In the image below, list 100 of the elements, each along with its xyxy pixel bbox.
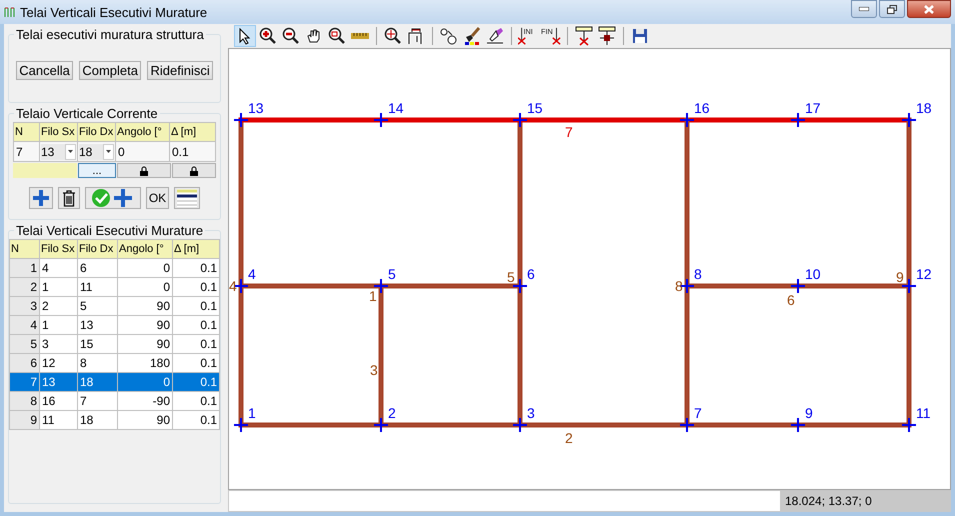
table-row[interactable]: 5 3 15 90 0.1 bbox=[10, 334, 220, 354]
add-button[interactable] bbox=[28, 187, 53, 209]
magnifier-icon bbox=[384, 27, 402, 45]
table-cell: 18 bbox=[78, 410, 118, 430]
delete-button[interactable] bbox=[58, 187, 80, 209]
table-cell: 90 bbox=[118, 316, 172, 334]
table-cell: 180 bbox=[118, 354, 172, 372]
toolbar-button[interactable] bbox=[596, 25, 618, 47]
zoom-in-icon bbox=[259, 27, 277, 45]
dropdown-arrow-icon bbox=[68, 150, 73, 153]
group-title: Telai Verticali Esecutivi Murature bbox=[14, 223, 206, 238]
node-marker bbox=[901, 112, 917, 128]
filo-dx-dropdown[interactable]: 18 bbox=[79, 144, 114, 160]
frame-label: 5 bbox=[507, 269, 515, 285]
padlock-icon bbox=[190, 166, 198, 176]
toolbar-button[interactable] bbox=[573, 25, 595, 47]
table-cell: 90 bbox=[118, 334, 172, 354]
minimize-icon bbox=[859, 7, 869, 11]
trash-icon bbox=[62, 189, 76, 207]
save-icon bbox=[632, 28, 648, 44]
table-cell: 1 bbox=[10, 258, 40, 278]
table-cell: 0.1 bbox=[172, 316, 220, 334]
filo-sx-dropdown[interactable]: 13 bbox=[41, 144, 76, 160]
close-icon bbox=[924, 4, 934, 14]
node-label: 18 bbox=[916, 100, 932, 116]
table-cell: 13 bbox=[78, 316, 118, 334]
hand-icon bbox=[306, 28, 322, 44]
node-label: 14 bbox=[388, 100, 404, 116]
n-field[interactable]: 7 bbox=[14, 142, 40, 162]
table-row[interactable]: 2 1 11 0 0.1 bbox=[10, 278, 220, 296]
lock-button[interactable] bbox=[117, 163, 171, 178]
table-row[interactable]: 4 1 13 90 0.1 bbox=[10, 316, 220, 334]
table-cell: 3 bbox=[10, 296, 40, 316]
node-label: 12 bbox=[916, 266, 932, 282]
table-row[interactable]: 1 4 6 0 0.1 bbox=[10, 258, 220, 278]
node-label: 11 bbox=[916, 405, 931, 421]
table-cell: 90 bbox=[118, 296, 172, 316]
ok-button[interactable]: OK bbox=[146, 187, 170, 209]
minimize-button[interactable] bbox=[851, 0, 877, 18]
table-row[interactable]: 6 12 8 180 0.1 bbox=[10, 354, 220, 372]
table-cell: 13 bbox=[40, 372, 78, 392]
table-cell: 11 bbox=[40, 410, 78, 430]
node-marker bbox=[373, 417, 389, 433]
table-cell: 7 bbox=[10, 372, 40, 392]
toolbar-button[interactable] bbox=[234, 25, 256, 47]
table-cell: 0.1 bbox=[172, 334, 220, 354]
node-label: 13 bbox=[248, 100, 264, 116]
table-cell: 16 bbox=[40, 392, 78, 410]
lock-button[interactable] bbox=[172, 163, 216, 178]
table-cell: 9 bbox=[10, 410, 40, 430]
table-cell: 15 bbox=[78, 334, 118, 354]
table-row[interactable]: 7 13 18 0 0.1 bbox=[10, 372, 220, 392]
column-header: N bbox=[14, 122, 40, 142]
column-header: Angolo [° bbox=[116, 122, 170, 142]
node-marker bbox=[512, 417, 528, 433]
node-marker bbox=[790, 417, 806, 433]
table-cell: 0 bbox=[118, 258, 172, 278]
blank-cell bbox=[13, 163, 77, 178]
table-cell: 18 bbox=[78, 372, 118, 392]
table-cell: 2 bbox=[40, 296, 78, 316]
table-cell: 11 bbox=[78, 278, 118, 296]
table-row[interactable]: 8 16 7 -90 0.1 bbox=[10, 392, 220, 410]
node-label: 6 bbox=[527, 266, 535, 282]
node-marker bbox=[233, 112, 249, 128]
node-marker bbox=[790, 112, 806, 128]
toolbar-button[interactable]: FIN bbox=[540, 25, 562, 47]
action-button[interactable]: Ridefinisci bbox=[147, 61, 213, 80]
table-cell: 12 bbox=[40, 354, 78, 372]
delta-field[interactable]: 0.1 bbox=[170, 142, 216, 162]
table-cell: 1 bbox=[40, 316, 78, 334]
coordinates-readout: 18.024; 13.37; 0 bbox=[781, 490, 951, 512]
action-button[interactable]: Completa bbox=[79, 61, 141, 80]
table-cell: 2 bbox=[10, 278, 40, 296]
column-header: Angolo [° bbox=[118, 240, 172, 258]
node-label: 16 bbox=[694, 100, 710, 116]
confirm-add-button[interactable] bbox=[84, 187, 141, 209]
padlock-icon bbox=[140, 166, 148, 176]
frame-label: 9 bbox=[896, 269, 904, 285]
table-row[interactable]: 9 11 18 90 0.1 bbox=[10, 410, 220, 430]
table-cell: -90 bbox=[118, 392, 172, 410]
restore-button[interactable] bbox=[879, 0, 905, 18]
toolbar-button[interactable]: INI bbox=[517, 25, 539, 47]
browse-button[interactable]: ... bbox=[78, 163, 116, 178]
column-header: Δ [m] bbox=[170, 122, 216, 142]
node-label: 4 bbox=[248, 266, 256, 282]
table-cell: 5 bbox=[10, 334, 40, 354]
action-button[interactable]: Cancella bbox=[16, 61, 73, 80]
table-row[interactable]: 3 2 5 90 0.1 bbox=[10, 296, 220, 316]
table-cell: 6 bbox=[10, 354, 40, 372]
angle-field[interactable]: 0 bbox=[116, 142, 170, 162]
plus-icon bbox=[32, 189, 50, 207]
list-button[interactable] bbox=[174, 187, 200, 209]
zoom-out-icon bbox=[282, 27, 300, 45]
node-label: 9 bbox=[805, 405, 813, 421]
table-cell: 0 bbox=[118, 278, 172, 296]
table-cell: 3 bbox=[40, 334, 78, 354]
node-marker bbox=[512, 112, 528, 128]
table-cell: 6 bbox=[78, 258, 118, 278]
table-cell: 0.1 bbox=[172, 278, 220, 296]
close-button[interactable] bbox=[907, 0, 951, 18]
